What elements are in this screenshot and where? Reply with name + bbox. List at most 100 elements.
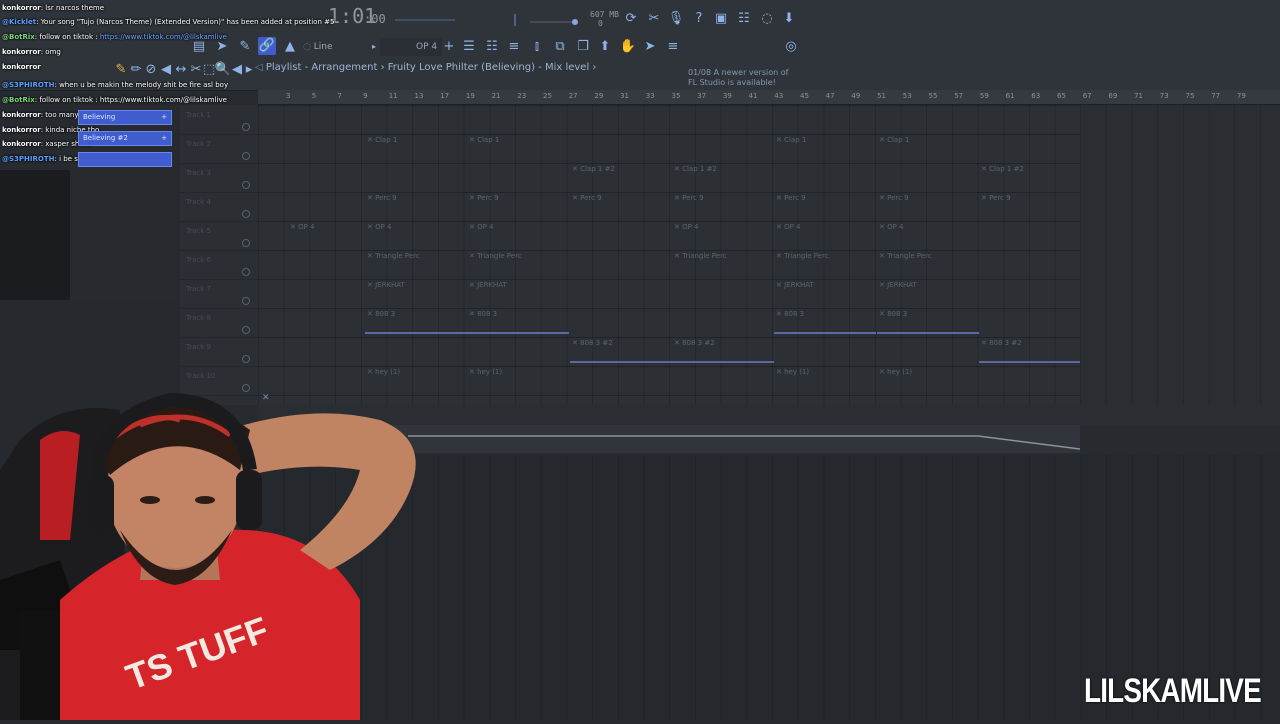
clip-808-3-2[interactable]: ✕ 808 3 #2 [979, 337, 1080, 363]
track-mute-button[interactable] [242, 181, 250, 189]
cut-icon[interactable]: ✂ [645, 10, 663, 28]
pattern-selector[interactable]: OP 4 [380, 38, 442, 56]
touch-icon[interactable]: ✋ [619, 38, 637, 56]
send-icon[interactable]: ➤ [641, 38, 659, 56]
clip-hey[interactable]: ✕ hey (1) [467, 366, 567, 392]
clip-808-3[interactable]: ✕ 808 3 [774, 308, 876, 334]
timeline-ruler[interactable]: 3 5 7 9 11 13 17 19 21 23 25 27 29 31 33 35 37 39 41 43 45 47… [258, 90, 1280, 105]
track-header[interactable]: Track 3 [180, 163, 258, 193]
track-mute-button[interactable] [242, 355, 250, 363]
clip-clap-1-2[interactable]: ✕ Clap 1 #2 [672, 163, 772, 189]
clip-perc-9[interactable]: ✕ Perc 9 [570, 192, 670, 218]
track-name: Track 8 [186, 314, 211, 322]
clip-clap-1[interactable]: ✕ Clap 1 [774, 134, 874, 160]
mixer-view-icon[interactable]: ⫾ [528, 38, 546, 56]
track-mute-button[interactable] [242, 239, 250, 247]
clip-808-3[interactable]: ✕ 808 3 [467, 308, 569, 334]
microphone-icon[interactable]: 🎙 [667, 10, 685, 28]
track-mute-button[interactable] [242, 326, 250, 334]
track-header[interactable]: Track 8 [180, 308, 258, 338]
clip-jerkhat[interactable]: ✕ JERKHAT [877, 279, 977, 305]
clip-perc-9[interactable]: ✕ Perc 9 [467, 192, 567, 218]
clip-triangle-perc[interactable]: ✕ Triangle Perc [467, 250, 567, 276]
track-header[interactable]: Track 6 [180, 250, 258, 280]
clip-triangle-perc[interactable]: ✕ Triangle Perc [877, 250, 977, 276]
clip-jerkhat[interactable]: ✕ JERKHAT [467, 279, 567, 305]
pattern-item-believing[interactable]: Believing + [78, 110, 172, 125]
add-pattern-icon[interactable]: + [440, 38, 458, 56]
clip-hey[interactable]: ✕ hey (1) [774, 366, 874, 392]
clip-perc-9[interactable]: ✕ Perc 9 [365, 192, 465, 218]
update-notice-line1: 01/08 A newer version of [688, 68, 789, 77]
clip-clap-1[interactable]: ✕ Clap 1 [365, 134, 465, 160]
pattern-item-empty[interactable] [78, 152, 172, 167]
clip-perc-9[interactable]: ✕ Perc 9 [979, 192, 1079, 218]
track-header[interactable]: Track 9 [180, 337, 258, 367]
ruler-tick: 5 [311, 92, 317, 100]
mixer-icon[interactable]: ☷ [735, 10, 753, 28]
chat-text: : Your song "Tujo (Narcos Theme) (Extend… [36, 18, 335, 26]
channel-rack-icon[interactable]: ≡ [505, 38, 523, 56]
track-mute-button[interactable] [242, 210, 250, 218]
master-volume-slider[interactable] [500, 6, 580, 30]
track-name: Track 6 [186, 256, 211, 264]
piano-roll-icon[interactable]: ☷ [483, 38, 501, 56]
chat-username: konkorror [2, 140, 41, 148]
track-header[interactable]: Track 7 [180, 279, 258, 309]
track-name: Track 7 [186, 285, 211, 293]
ruler-tick: 23 [517, 92, 527, 100]
playlist-breadcrumb[interactable]: ◁ Playlist - Arrangement › Fruity Love P… [255, 62, 596, 73]
track-header[interactable]: Track 5 [180, 221, 258, 251]
line-mode-button[interactable]: ◌ Line [303, 38, 332, 56]
add-icon[interactable]: + [161, 111, 167, 124]
clip-op-4[interactable]: ✕ OP 4 [877, 221, 977, 247]
clip-clap-1[interactable]: ✕ Clap 1 [467, 134, 567, 160]
add-icon[interactable]: + [161, 132, 167, 145]
clip-perc-9[interactable]: ✕ Perc 9 [774, 192, 874, 218]
ruler-tick: 21 [491, 92, 501, 100]
clip-808-3[interactable]: ✕ 808 3 [365, 308, 467, 334]
playlist-grid-empty[interactable] [1080, 105, 1280, 405]
clip-triangle-perc[interactable]: ✕ Triangle Perc [672, 250, 772, 276]
update-notice[interactable]: 01/08 A newer version of FL Studio is av… [688, 68, 798, 88]
clip-clap-1-2[interactable]: ✕ Clap 1 #2 [979, 163, 1079, 189]
save-icon[interactable]: ▣ [712, 10, 730, 28]
ruler-tick: 45 [800, 92, 809, 100]
clip-perc-9[interactable]: ✕ Perc 9 [672, 192, 772, 218]
chat-link[interactable]: https://www.tiktok.com/@lilskamlive [100, 33, 227, 41]
clip-op-4[interactable]: ✕ OP 4 [672, 221, 772, 247]
download-icon[interactable]: ⬇ [780, 10, 798, 28]
chat-text: : follow on tiktok : https://www.tiktok.… [34, 96, 227, 104]
menu-icon[interactable]: ≡ [664, 38, 682, 56]
playlist-grid[interactable]: ✕ Clap 1 ✕ Clap 1 ✕ Clap 1 ✕ Clap 1 ✕ Cl… [258, 105, 1080, 405]
clip-op-4[interactable]: ✕ OP 4 [288, 221, 363, 247]
refresh-icon[interactable]: ⟳ [622, 10, 640, 28]
chat-icon[interactable]: ◌ [758, 10, 776, 28]
clip-op-4[interactable]: ✕ OP 4 [365, 221, 465, 247]
clip-triangle-perc[interactable]: ✕ Triangle Perc [365, 250, 465, 276]
clip-808-3[interactable]: ✕ 808 3 [877, 308, 979, 334]
files-icon[interactable]: ❐ [574, 38, 592, 56]
track-mute-button[interactable] [242, 268, 250, 276]
browser-icon[interactable]: ⧉ [551, 38, 569, 56]
ruler-tick: 65 [1057, 92, 1066, 100]
clip-hey[interactable]: ✕ hey (1) [877, 366, 977, 392]
plugin-icon[interactable]: ⬆ [596, 38, 614, 56]
clip-jerkhat[interactable]: ✕ JERKHAT [774, 279, 874, 305]
clip-op-4[interactable]: ✕ OP 4 [467, 221, 567, 247]
ruler-tick: 79 [1236, 92, 1246, 100]
globe-icon[interactable]: ◎ [782, 38, 800, 56]
clip-jerkhat[interactable]: ✕ JERKHAT [365, 279, 465, 305]
clip-op-4[interactable]: ✕ OP 4 [774, 221, 874, 247]
clip-808-3-2[interactable]: ✕ 808 3 #2 [570, 337, 672, 363]
clip-clap-1-2[interactable]: ✕ Clap 1 #2 [570, 163, 670, 189]
clip-808-3-2[interactable]: ✕ 808 3 #2 [672, 337, 774, 363]
track-mute-button[interactable] [242, 297, 250, 305]
help-icon[interactable]: ? [690, 10, 708, 28]
track-header[interactable]: Track 4 [180, 192, 258, 222]
clip-triangle-perc[interactable]: ✕ Triangle Perc [774, 250, 874, 276]
pattern-item-believing-2[interactable]: Believing #2 + [78, 131, 172, 146]
playlist-icon[interactable]: ☰ [460, 38, 478, 56]
clip-perc-9[interactable]: ✕ Perc 9 [877, 192, 977, 218]
clip-clap-1[interactable]: ✕ Clap 1 [877, 134, 977, 160]
